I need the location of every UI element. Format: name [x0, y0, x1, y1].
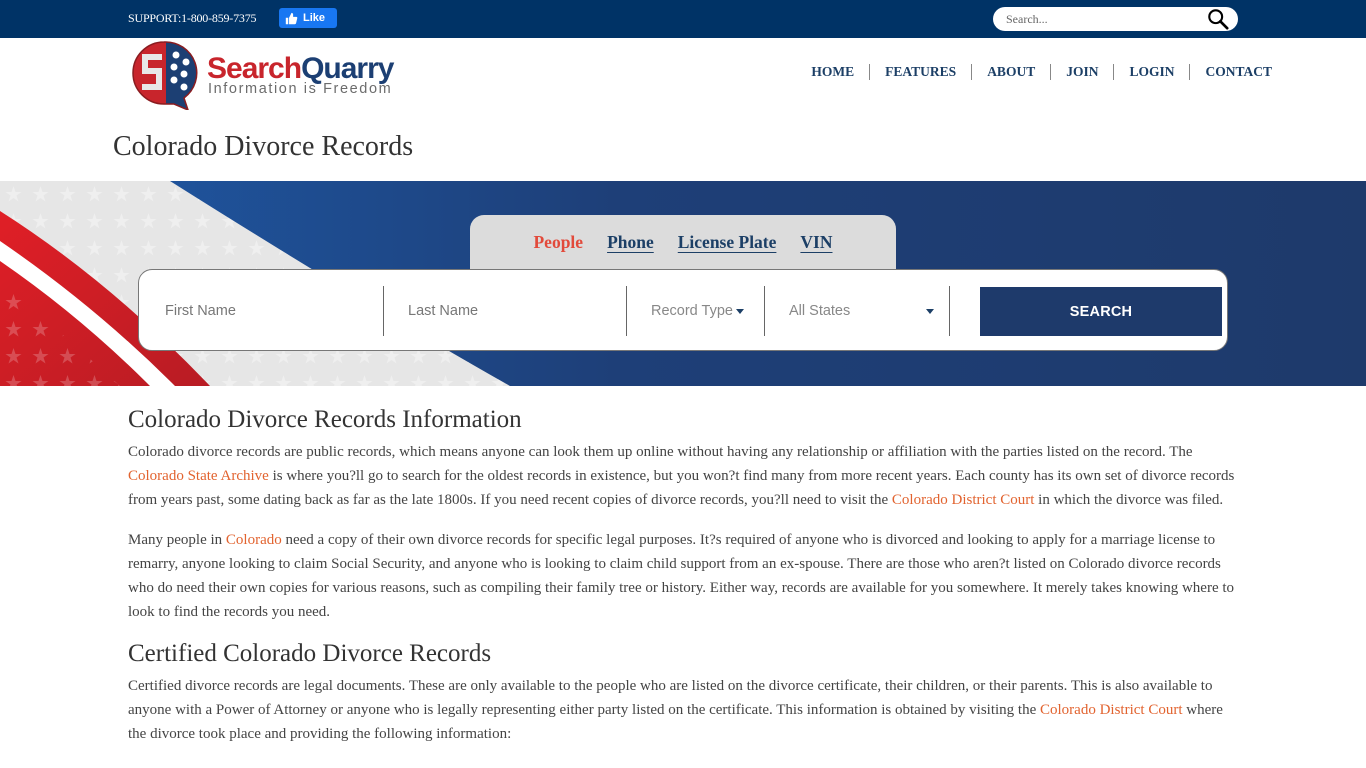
field-divider	[383, 286, 384, 336]
nav-join[interactable]: JOIN	[1050, 64, 1113, 80]
text: Colorado divorce records are public reco…	[128, 444, 1193, 460]
tab-license-plate[interactable]: License Plate	[678, 232, 777, 253]
site-search-input[interactable]	[1006, 10, 1196, 28]
paragraph: Certified divorce records are legal docu…	[128, 674, 1240, 746]
record-type-select[interactable]: Record Type	[651, 286, 763, 336]
site-logo[interactable]: SearchQuarry Information is Freedom	[130, 40, 430, 112]
page-title: Colorado Divorce Records	[113, 131, 414, 162]
tab-phone[interactable]: Phone	[607, 232, 654, 253]
search-icon[interactable]	[1207, 8, 1229, 30]
text: need a copy of their own divorce records…	[128, 532, 1235, 620]
nav-home[interactable]: HOME	[796, 64, 869, 80]
nav-about[interactable]: ABOUT	[971, 64, 1050, 80]
text: Many people in	[128, 532, 226, 548]
colorado-district-court-link[interactable]: Colorado District Court	[892, 492, 1035, 508]
last-name-field	[408, 286, 618, 336]
article-content: Colorado Divorce Records Information Col…	[128, 404, 1240, 746]
text: in which the divorce was filed.	[1034, 492, 1224, 508]
paragraph: Many people in Colorado need a copy of t…	[128, 528, 1240, 624]
logo-emblem-icon	[132, 41, 198, 110]
like-label: Like	[303, 12, 326, 24]
field-divider	[764, 286, 765, 336]
tab-people[interactable]: People	[533, 232, 583, 253]
colorado-link[interactable]: Colorado	[226, 532, 282, 548]
state-value: All States	[789, 303, 851, 319]
colorado-district-court-link[interactable]: Colorado District Court	[1040, 702, 1183, 718]
first-name-field	[165, 286, 375, 336]
facebook-like-button[interactable]: Like	[279, 8, 337, 28]
colorado-state-archive-link[interactable]: Colorado State Archive	[128, 468, 269, 484]
search-button[interactable]: SEARCH	[980, 287, 1222, 336]
state-select[interactable]: All States	[789, 286, 934, 336]
nav-login[interactable]: LOGIN	[1113, 64, 1189, 80]
tab-vin[interactable]: VIN	[800, 232, 832, 253]
support-phone[interactable]: SUPPORT:1-800-859-7375	[128, 11, 256, 26]
site-search	[993, 7, 1238, 31]
thumbs-up-icon	[285, 12, 298, 24]
section-heading: Certified Colorado Divorce Records	[128, 640, 492, 667]
field-divider	[626, 286, 627, 336]
nav-features[interactable]: FEATURES	[869, 64, 971, 80]
search-type-tabs: People Phone License Plate VIN	[470, 215, 896, 271]
field-divider	[949, 286, 950, 336]
chevron-down-icon	[926, 308, 934, 314]
section-heading: Colorado Divorce Records Information	[128, 406, 522, 433]
record-type-value: Record Type	[651, 303, 733, 319]
people-search-form: Record Type All States SEARCH	[138, 269, 1228, 351]
chevron-down-icon	[735, 308, 744, 314]
paragraph: Colorado divorce records are public reco…	[128, 440, 1240, 512]
top-bar: SUPPORT:1-800-859-7375 Like	[0, 0, 1366, 38]
logo-tagline: Information is Freedom	[208, 81, 393, 97]
nav-contact[interactable]: CONTACT	[1189, 64, 1272, 80]
main-nav: HOME FEATURES ABOUT JOIN LOGIN CONTACT	[796, 64, 1272, 80]
first-name-input[interactable]	[165, 303, 375, 319]
last-name-input[interactable]	[408, 303, 618, 319]
